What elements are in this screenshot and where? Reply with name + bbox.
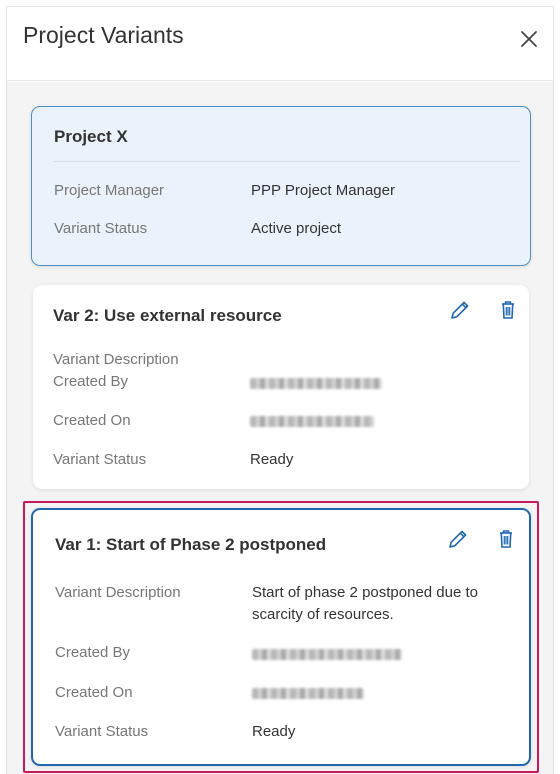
active-project-card[interactable]: Project X Project Manager PPP Project Ma… (31, 106, 531, 266)
close-icon (521, 31, 537, 47)
variant-status-value: Ready (250, 451, 294, 468)
created-on-label: Created On (55, 684, 133, 701)
edit-variant-button[interactable] (447, 297, 473, 323)
close-button[interactable] (513, 23, 545, 55)
variant-card[interactable]: Var 2: Use external resource Variant Des… (33, 285, 529, 489)
pencil-icon (451, 301, 469, 319)
pencil-icon (449, 530, 467, 548)
panel-title: Project Variants (23, 22, 184, 48)
project-manager-label: Project Manager (54, 182, 165, 199)
variant-description-label: Variant Description (53, 351, 179, 368)
created-on-value-redacted (250, 416, 374, 427)
created-by-label: Created By (55, 644, 131, 661)
variant-title: Var 2: Use external resource (53, 306, 282, 325)
variants-list[interactable]: Project X Project Manager PPP Project Ma… (7, 82, 553, 774)
variant-title: Var 1: Start of Phase 2 postponed (55, 535, 327, 554)
created-by-value-redacted (252, 649, 402, 660)
variant-card-selected[interactable]: Var 1: Start of Phase 2 postponed Varian… (31, 508, 531, 766)
panel-header: Project Variants (7, 7, 553, 81)
created-by-label: Created By (53, 373, 129, 390)
edit-variant-button[interactable] (445, 526, 471, 552)
variant-status-label: Variant Status (55, 723, 149, 740)
project-title: Project X (54, 127, 128, 146)
trash-icon (502, 301, 514, 319)
created-on-value-redacted (252, 688, 364, 699)
delete-variant-button[interactable] (493, 526, 519, 552)
variant-status-label: Variant Status (53, 451, 147, 468)
created-by-value-redacted (250, 378, 382, 389)
variant-status-value: Active project (251, 220, 342, 237)
delete-variant-button[interactable] (495, 297, 521, 323)
variant-description-value: Start of phase 2 postponed due to scarci… (252, 584, 479, 623)
card-divider (54, 161, 520, 162)
project-manager-value: PPP Project Manager (251, 182, 395, 199)
created-on-label: Created On (53, 412, 131, 429)
trash-icon (500, 530, 512, 548)
variant-status-label: Variant Status (54, 220, 148, 237)
variant-status-value: Ready (252, 723, 296, 740)
project-variants-panel: Project Variants Project X Project Manag… (6, 6, 554, 774)
variant-description-label: Variant Description (55, 584, 181, 601)
